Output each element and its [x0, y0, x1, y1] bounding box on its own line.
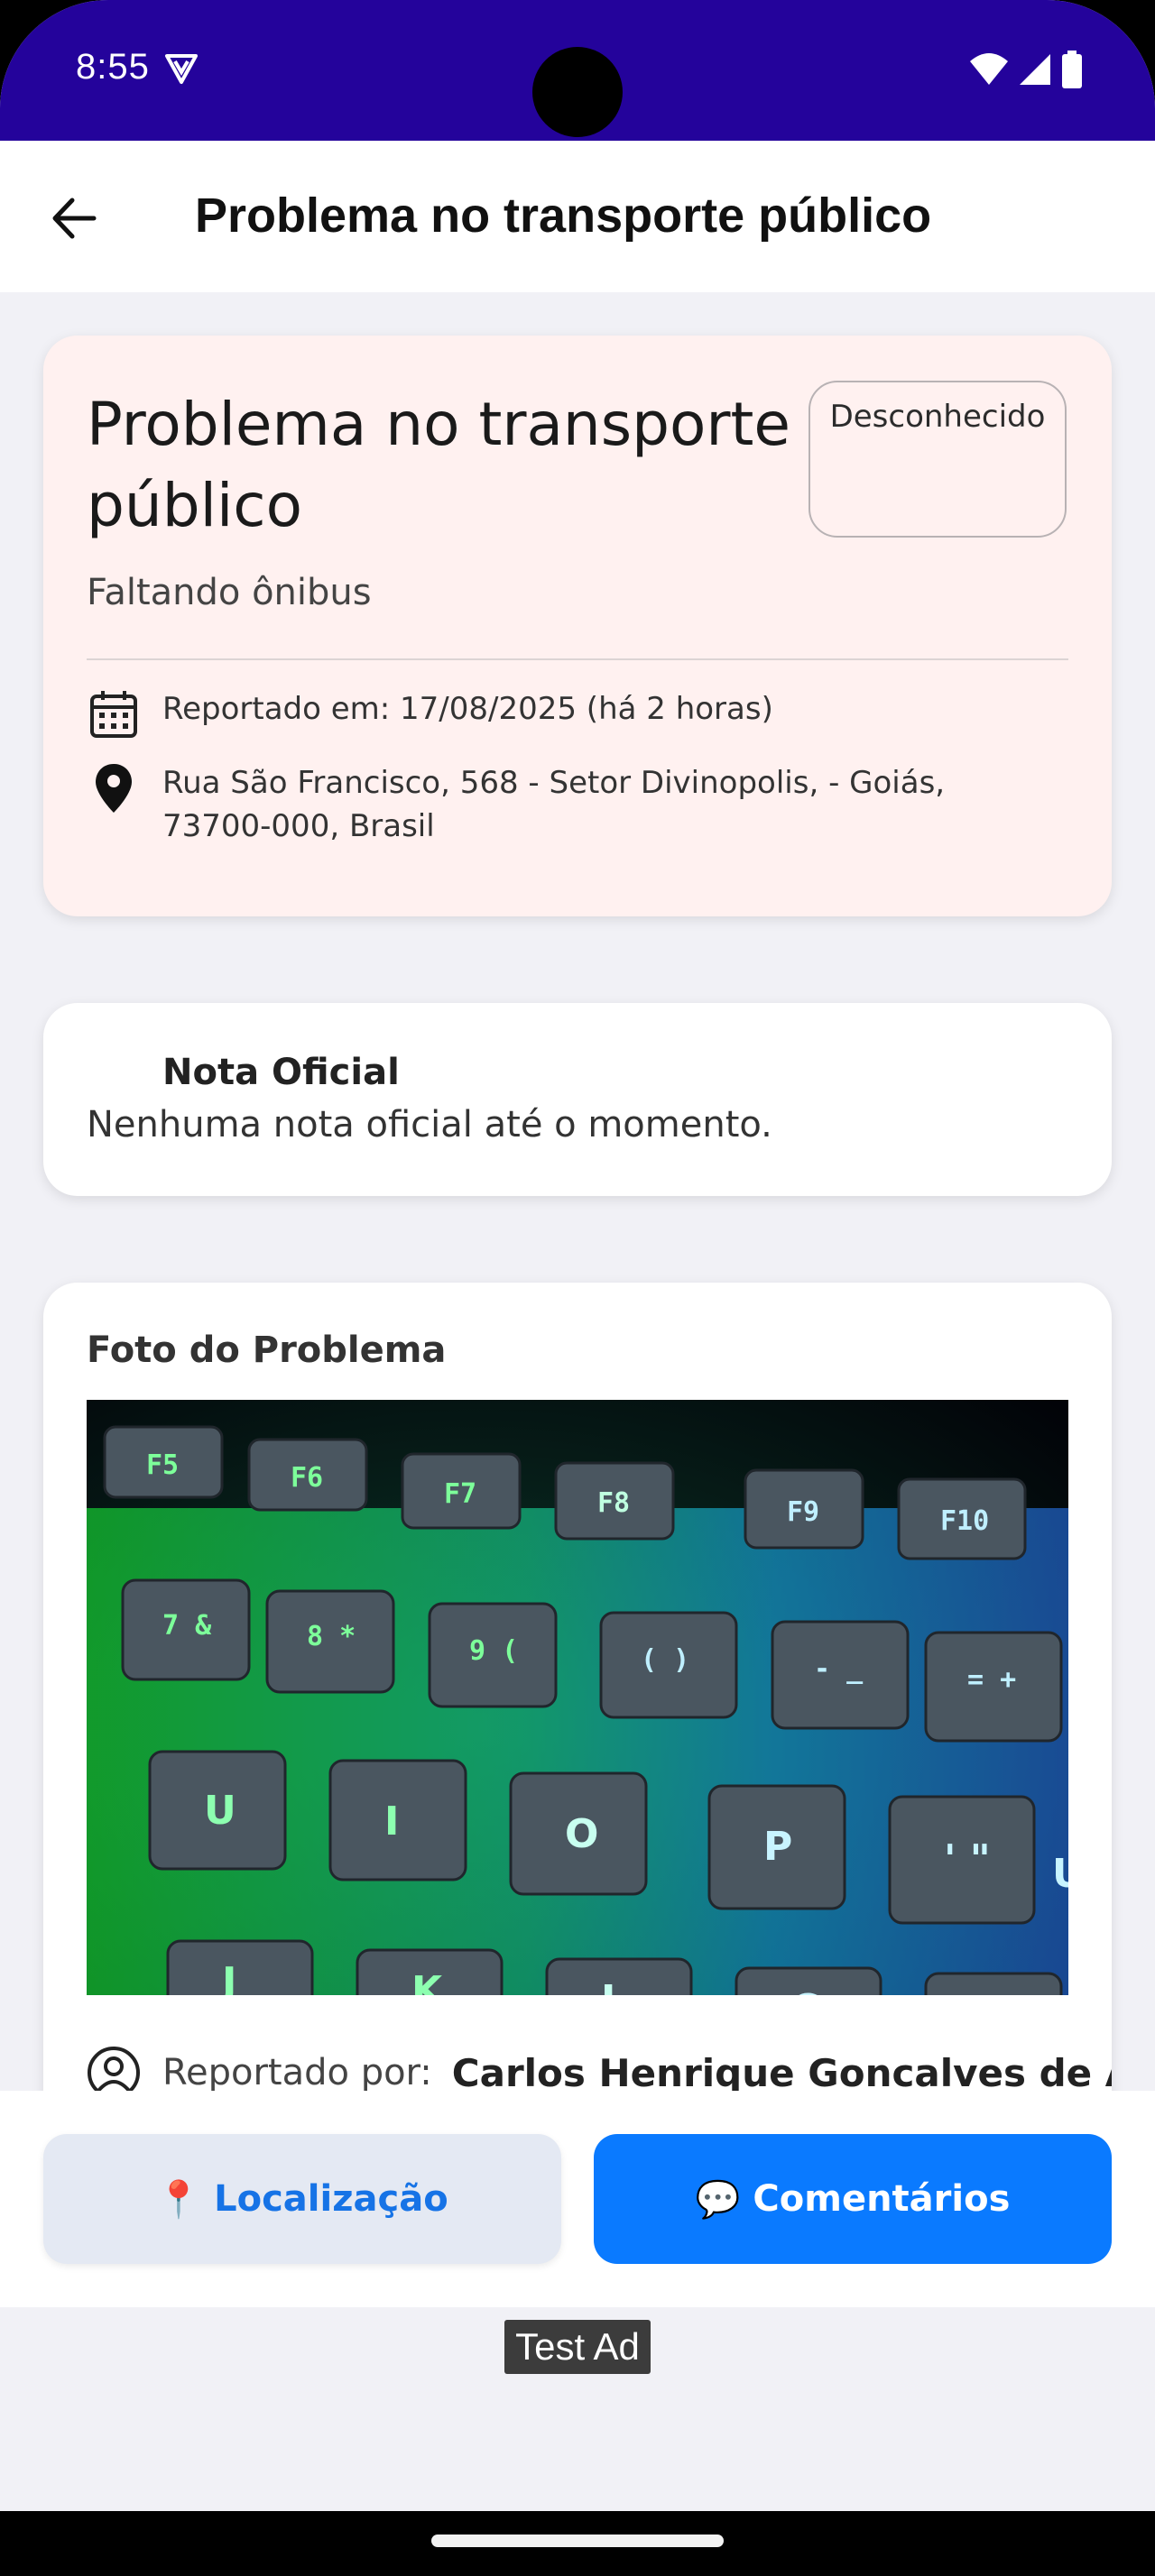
bottom-action-bar: 📍 Localização 💬 Comentários	[0, 2091, 1155, 2307]
key-label: 9 (	[469, 1635, 518, 1667]
speech-bubble-icon: 💬	[695, 2178, 741, 2221]
key-label: F10	[940, 1505, 989, 1537]
key-label: U	[204, 1788, 236, 1834]
photo-title: Foto do Problema	[87, 1329, 447, 1371]
official-note-title: Nota Oficial	[162, 1052, 400, 1093]
back-button[interactable]	[36, 180, 112, 256]
photo-card: Foto do Problema F5 F6 F7 F8 F9 F10 7 & …	[43, 1283, 1112, 2185]
location-pin-icon	[87, 761, 141, 815]
comments-button[interactable]: 💬 Comentários	[594, 2134, 1112, 2264]
comments-button-label: Comentários	[753, 2178, 1011, 2220]
status-icons	[969, 51, 1083, 88]
keyboard-photo-illustration: F5 F6 F7 F8 F9 F10 7 & 8 * 9 ( ( ) - _ =…	[87, 1400, 1068, 1995]
pin-emoji-icon: 📍	[156, 2178, 202, 2221]
reporter-label: Reportado por:	[162, 2052, 432, 2093]
key-label: ' "	[944, 1836, 991, 1882]
wifi-icon	[970, 53, 1008, 85]
camera-cutout	[532, 47, 623, 137]
shield-v-icon	[165, 54, 198, 84]
key-label: K	[411, 1968, 444, 1995]
device-frame: 8:55 Problema no transporte público Prob…	[0, 0, 1155, 2576]
location-button-label: Localização	[214, 2178, 448, 2220]
test-ad-label: Test Ad	[504, 2320, 651, 2374]
arrow-back-icon	[52, 198, 97, 239]
reported-date-row: Reportado em: 17/08/2025 (há 2 horas)	[87, 687, 1029, 741]
problem-photo[interactable]: F5 F6 F7 F8 F9 F10 7 & 8 * 9 ( ( ) - _ =…	[87, 1400, 1068, 1995]
key-label: F8	[597, 1487, 630, 1519]
status-bar: 8:55	[0, 0, 1155, 141]
official-note-text: Nenhuma nota oficial até o momento.	[87, 1104, 772, 1145]
divider	[87, 658, 1068, 660]
gesture-nav-handle[interactable]	[431, 2535, 724, 2547]
report-title: Problema no transporte público	[87, 390, 791, 540]
report-category: Faltando ônibus	[87, 572, 372, 613]
key-label: I	[384, 1799, 399, 1845]
key-label: U	[1052, 1851, 1068, 1897]
key-label: O	[565, 1811, 598, 1857]
key-label: - _	[814, 1653, 864, 1685]
screen: 8:55 Problema no transporte público Prob…	[0, 0, 1155, 2511]
key-label: L	[601, 1977, 626, 1995]
battery-icon	[1062, 51, 1082, 88]
key-label: F5	[146, 1449, 179, 1481]
ad-banner[interactable]: Test Ad	[0, 2307, 1155, 2511]
address-text: Rua São Francisco, 568 - Setor Divinopol…	[162, 765, 946, 844]
signal-icon	[1020, 54, 1050, 85]
status-badge: Desconhecido	[808, 381, 1067, 538]
key-label: J	[219, 1959, 236, 1995]
app-title: Problema no transporte público	[195, 189, 932, 243]
app-bar: Problema no transporte público	[0, 141, 1155, 292]
reported-date-text: Reportado em: 17/08/2025 (há 2 horas)	[162, 691, 773, 727]
official-note-card: Nota Oficial Nenhuma nota oficial até o …	[43, 1003, 1112, 1196]
report-card: Problema no transporte público Desconhec…	[43, 336, 1112, 916]
key-label: ( )	[641, 1644, 689, 1676]
key-label: F7	[444, 1478, 476, 1510]
reporter-name: Carlos Henrique Goncalves de Araú	[451, 2050, 1112, 2095]
location-button[interactable]: 📍 Localização	[43, 2134, 561, 2264]
key-label: ~ ^	[971, 1992, 1051, 1995]
key-label: P	[763, 1824, 792, 1870]
key-label: 8 *	[307, 1621, 356, 1652]
calendar-icon	[87, 687, 141, 741]
status-time: 8:55	[76, 47, 150, 87]
address-row: Rua São Francisco, 568 - Setor Divinopol…	[87, 761, 1029, 848]
key-label: = +	[967, 1664, 1016, 1696]
key-label: 7 &	[162, 1610, 212, 1642]
key-label: F9	[787, 1496, 819, 1528]
key-label: Ç	[790, 1986, 819, 1995]
key-label: F6	[291, 1462, 323, 1494]
